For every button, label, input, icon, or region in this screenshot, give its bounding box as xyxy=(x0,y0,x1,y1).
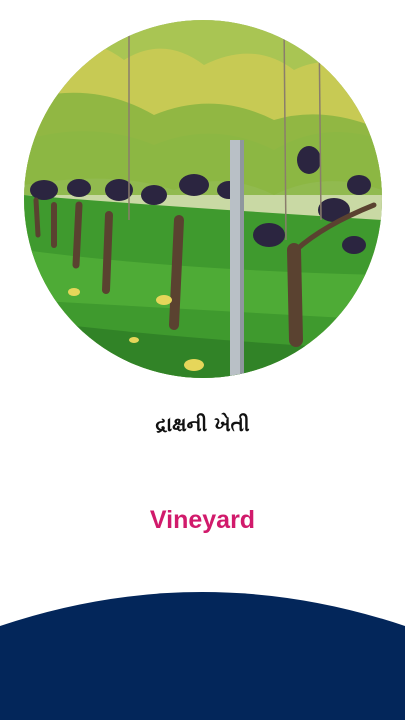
footer-wave xyxy=(0,588,405,720)
title-english: Vineyard xyxy=(149,506,256,534)
vineyard-photo xyxy=(24,20,382,378)
title-gujarati: દ્રાક્ષની ખેતી xyxy=(155,412,250,436)
